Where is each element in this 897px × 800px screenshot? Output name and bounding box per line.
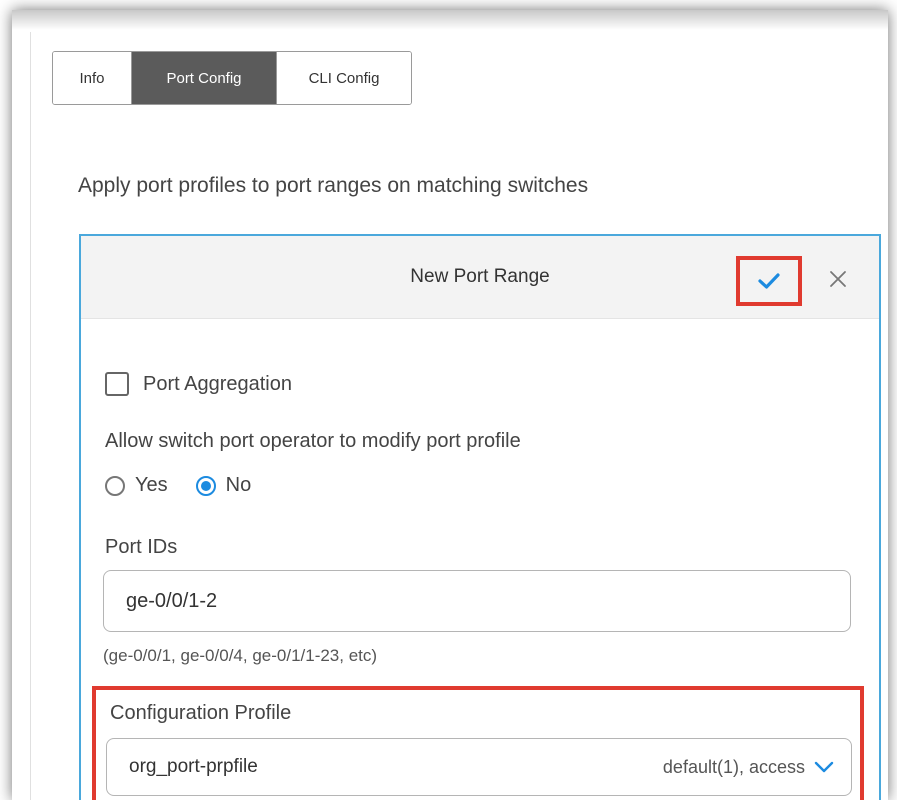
port-config-panel: Info Port Config CLI Config Apply port p… <box>12 10 888 800</box>
port-ids-hint: (ge-0/0/1, ge-0/0/4, ge-0/1/1-23, etc) <box>103 646 378 665</box>
radio-no-label: No <box>225 474 252 496</box>
radio-yes[interactable] <box>105 475 125 496</box>
tab-bar: Info Port Config CLI Config <box>52 51 412 105</box>
port-aggregation-row: Port Aggregation <box>105 372 292 396</box>
card-header: New Port Range <box>81 236 879 319</box>
chevron-down-icon <box>813 757 835 777</box>
port-ids-label: Port IDs <box>105 536 178 558</box>
configuration-profile-meta: default(1), access <box>662 756 805 777</box>
intro-text: Apply port profiles to port ranges on ma… <box>78 174 589 197</box>
configuration-profile-select[interactable]: org_port-prpfile default(1), access <box>106 738 852 796</box>
configuration-profile-label: Configuration Profile <box>110 702 292 724</box>
tab-port-config[interactable]: Port Config <box>132 52 276 104</box>
panel-top-shadow <box>12 10 888 30</box>
allow-modify-radio-group: Yes No <box>105 474 251 497</box>
port-aggregation-label: Port Aggregation <box>143 372 292 395</box>
tab-info[interactable]: Info <box>53 52 132 104</box>
close-icon <box>830 271 846 287</box>
radio-selected-dot <box>200 480 211 491</box>
configuration-profile-value: org_port-prpfile <box>129 756 258 777</box>
close-button[interactable] <box>823 262 853 296</box>
new-port-range-card: New Port Range Port Aggregation Allow sw… <box>79 234 881 800</box>
checkmark-icon <box>758 273 780 289</box>
port-ids-input[interactable]: ge-0/0/1-2 <box>103 570 851 632</box>
radio-no[interactable] <box>195 475 216 496</box>
confirm-button[interactable] <box>736 256 802 306</box>
divider <box>30 32 31 800</box>
configuration-profile-highlight: Configuration Profile org_port-prpfile d… <box>92 686 864 800</box>
port-aggregation-checkbox[interactable] <box>105 372 129 396</box>
tab-cli-config[interactable]: CLI Config <box>276 52 411 104</box>
radio-yes-label: Yes <box>135 474 168 496</box>
allow-modify-label: Allow switch port operator to modify por… <box>105 430 521 452</box>
